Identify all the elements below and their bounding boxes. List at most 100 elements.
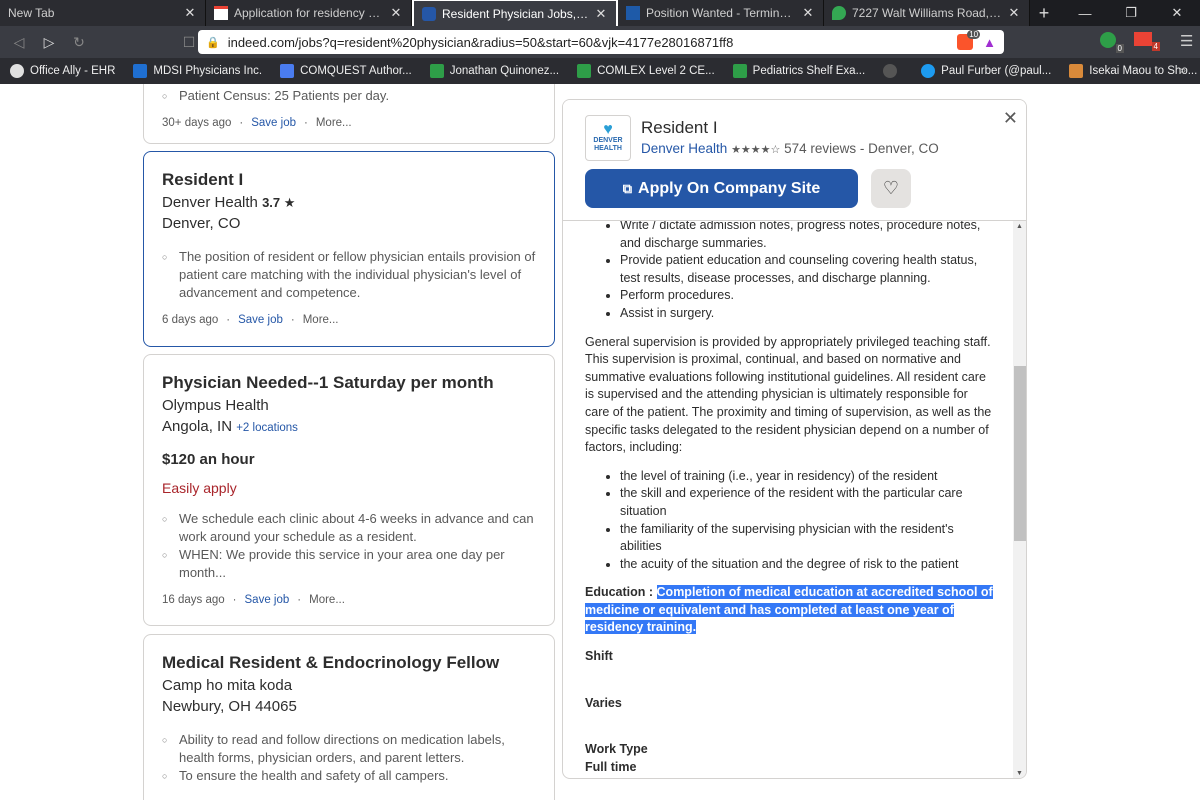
brave-badge: 10	[967, 30, 981, 39]
job-card-physician-needed[interactable]: Physician Needed--1 Saturday per month O…	[143, 354, 555, 626]
save-job-link[interactable]: Save job	[245, 594, 290, 606]
job-card-medical-resident[interactable]: Medical Resident & Endocrinology Fellow …	[143, 634, 555, 800]
list-item: Perform procedures.	[620, 287, 995, 305]
tab-close-icon[interactable]: ✕	[594, 6, 608, 22]
scrollbar-thumb[interactable]	[1014, 366, 1026, 541]
job-location-line: Angola, IN +2 locations	[162, 418, 536, 435]
job-location: Angola, IN	[162, 418, 233, 435]
indeed-icon	[422, 6, 436, 21]
bookmark-pediatrics[interactable]: Pediatrics Shelf Exa...	[732, 64, 865, 78]
job-location: Denver, CO	[162, 215, 241, 232]
salary: $120 an hour	[162, 451, 255, 468]
external-link-icon: ⧉	[622, 180, 633, 196]
bookmark-icon	[1069, 64, 1084, 78]
company-name: Olympus Health	[162, 397, 269, 414]
detail-job-title: Resident I	[641, 118, 718, 137]
bookmark-office-ally[interactable]: Office Ally - EHR	[10, 64, 115, 78]
factors-list: the level of training (i.e., year in res…	[585, 468, 995, 574]
sdn-icon	[626, 6, 640, 20]
tab-close-icon[interactable]: ✕	[389, 5, 403, 21]
bookmark-comquest[interactable]: COMQUEST Author...	[280, 64, 412, 78]
duties-list: Write / dictate admission notes, progres…	[585, 217, 995, 323]
brave-rewards-icon[interactable]: ▲	[983, 35, 996, 50]
back-icon[interactable]: ◁	[4, 34, 34, 51]
tab-close-icon[interactable]: ✕	[801, 5, 815, 21]
detail-scrollbar[interactable]: ▲ ▼	[1013, 221, 1026, 778]
job-title[interactable]: Medical Resident & Endocrinology Fellow	[162, 653, 536, 673]
twitter-icon	[921, 64, 936, 78]
job-location: Newbury, OH 44065	[162, 698, 297, 715]
bookmarks-bar: Office Ally - EHR MDSI Physicians Inc. C…	[0, 58, 1200, 84]
tab-close-icon[interactable]: ✕	[183, 5, 197, 21]
brave-shield-icon[interactable]: 10	[957, 30, 981, 50]
list-item: the acuity of the situation and the degr…	[620, 556, 995, 574]
apply-label: Apply On Company Site	[638, 179, 821, 197]
minimize-icon[interactable]: —	[1062, 0, 1108, 26]
job-snippet: We schedule each clinic about 4-6 weeks …	[162, 510, 536, 546]
detail-company-link[interactable]: Denver Health	[641, 141, 727, 156]
job-card-partial[interactable]: Patient Census: 25 Patients per day. 30+…	[143, 84, 555, 144]
save-job-link[interactable]: Save job	[238, 314, 283, 326]
tab-maps[interactable]: 7227 Walt Williams Road, Lakela ✕	[824, 0, 1030, 26]
tab-indeed[interactable]: Resident Physician Jobs, Employ ✕	[412, 0, 618, 26]
tab-close-icon[interactable]: ✕	[1007, 5, 1021, 21]
bookmark-icon	[133, 64, 148, 78]
bookmark-twitter[interactable]: Paul Furber (@paul...	[921, 64, 1051, 78]
check-extension-icon[interactable]: 0	[1100, 32, 1124, 53]
heart-logo-icon: ♥	[603, 121, 613, 138]
bookmark-icon	[577, 64, 592, 78]
job-detail-header: ♥ DENVER HEALTH Resident I Denver Health…	[563, 100, 1026, 221]
url-field[interactable]: 🔒 indeed.com/jobs?q=resident%20physician…	[198, 30, 1004, 54]
job-detail-panel: Write / dictate admission notes, progres…	[562, 99, 1027, 779]
job-title[interactable]: Physician Needed--1 Saturday per month	[162, 373, 536, 393]
heart-icon: ♡	[882, 178, 900, 198]
company-line: Denver Health 3.7 ★	[162, 194, 536, 211]
new-tab-button[interactable]: +	[1030, 0, 1058, 26]
scroll-down-icon[interactable]: ▼	[1016, 770, 1023, 777]
more-link[interactable]: More...	[316, 117, 352, 129]
more-link[interactable]: More...	[309, 594, 345, 606]
list-item: the familiarity of the supervising physi…	[620, 521, 995, 556]
bookmark-jonathan[interactable]: Jonathan Quinonez...	[429, 64, 560, 78]
bookmark-icon	[429, 64, 444, 78]
save-job-link[interactable]: Save job	[251, 117, 296, 129]
tab-title: Resident Physician Jobs, Employ	[442, 6, 590, 21]
bookmark-isekai[interactable]: Isekai Maou to Sho...	[1069, 64, 1197, 78]
more-link[interactable]: More...	[303, 314, 339, 326]
close-icon[interactable]: ✕	[1003, 108, 1018, 129]
gmail-extension-icon[interactable]: 4	[1134, 32, 1160, 51]
window-close-icon[interactable]: ✕	[1154, 0, 1200, 26]
bookmark-icon	[732, 64, 747, 78]
bookmark-mdsi[interactable]: MDSI Physicians Inc.	[133, 64, 262, 78]
bookmark-comlex[interactable]: COMLEX Level 2 CE...	[577, 64, 715, 78]
extension-badge-count: 4	[1151, 42, 1160, 51]
shift-label: Shift	[585, 649, 613, 664]
apply-company-site-button[interactable]: ⧉ Apply On Company Site	[585, 169, 858, 208]
scroll-up-icon[interactable]: ▲	[1016, 223, 1023, 230]
job-snippet: Ability to read and follow directions on…	[162, 731, 536, 767]
bookmarks-overflow-icon[interactable]: »	[1180, 65, 1186, 77]
education-label: Education :	[585, 585, 657, 600]
tab-sdn[interactable]: Position Wanted - Terminated fr ✕	[618, 0, 824, 26]
save-heart-button[interactable]: ♡	[871, 169, 911, 208]
menu-icon[interactable]: ☰	[1180, 32, 1193, 50]
extension-badge-count: 0	[1115, 44, 1124, 53]
tab-gmail[interactable]: Application for residency positio ✕	[206, 0, 412, 26]
bookmark-globe[interactable]	[883, 64, 903, 78]
tab-new-tab[interactable]: New Tab ✕	[0, 0, 206, 26]
reload-icon[interactable]: ↻	[64, 34, 94, 51]
job-snippet: Patient Census: 25 Patients per day.	[162, 87, 536, 105]
more-locations-link[interactable]: +2 locations	[236, 422, 298, 434]
star-rating-icon: ★★★★☆	[731, 144, 781, 156]
job-card-resident-i[interactable]: Resident I Denver Health 3.7 ★ Denver, C…	[143, 151, 555, 347]
job-meta: 16 days ago · Save job · More...	[162, 594, 345, 606]
restore-icon[interactable]: ❐	[1108, 0, 1154, 26]
forward-icon[interactable]: ▷	[34, 34, 64, 51]
job-title[interactable]: Resident I	[162, 170, 536, 190]
bookmark-label: Jonathan Quinonez...	[449, 65, 560, 77]
posted-date: 30+ days ago	[162, 117, 232, 129]
bookmark-label: MDSI Physicians Inc.	[153, 65, 263, 77]
job-meta: 6 days ago · Save job · More...	[162, 314, 339, 326]
job-snippet: To ensure the health and safety of all c…	[162, 767, 536, 785]
list-item: Assist in surgery.	[620, 305, 995, 323]
